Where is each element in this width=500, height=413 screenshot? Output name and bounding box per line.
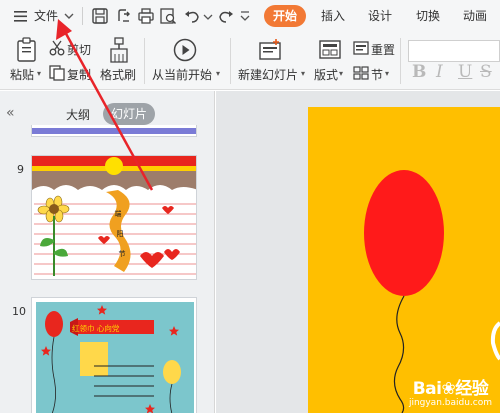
tab-animations[interactable]: 动画 [463,5,487,27]
section-icon[interactable] [352,64,370,82]
hamburger-menu-icon[interactable] [10,6,30,26]
tab-outline[interactable]: 大纲 [66,106,90,123]
slide-9-text-2: 阳 [117,229,124,238]
file-menu-label[interactable]: 文件 [34,6,58,26]
bold-button[interactable]: B [412,62,426,82]
layout-dropdown-icon[interactable]: ▾ [339,69,343,78]
balloon-string [393,295,405,413]
undo-icon[interactable] [182,6,202,26]
red-balloon[interactable] [364,170,444,296]
slide-10-title: 红领巾 心向党 [72,323,120,333]
paste-icon[interactable] [14,36,40,64]
print-icon[interactable] [136,6,156,26]
collapse-panel-icon[interactable]: « [6,105,15,121]
slide-9-preview: 端 阳 节 [32,156,196,279]
reset-icon[interactable] [352,39,370,57]
tab-slides[interactable]: 幻灯片 [103,103,155,125]
paw-icon: ❀ [441,379,456,399]
slide-editor: Bai❀经验 jingyan.baidu.com [216,91,500,413]
slide-content [364,170,500,413]
menu-bar: 文件 开始 插入 设计 切换 动画 [0,0,500,32]
redo-icon[interactable] [216,6,236,26]
customize-toolbar-icon[interactable] [238,6,258,26]
tab-transitions[interactable]: 切换 [416,5,440,27]
italic-button[interactable]: I [436,62,443,82]
ribbon-separator [144,38,145,84]
new-slide-dropdown-icon[interactable]: ▾ [301,69,305,78]
scissors-icon[interactable] [48,39,66,57]
cut-button-label[interactable]: 剪切 [67,41,91,58]
watermark-brand: Bai [412,379,442,399]
slide-number: 9 [17,163,24,176]
format-painter-icon[interactable] [106,36,132,64]
layout-label[interactable]: 版式 [314,66,338,83]
section-dropdown-icon[interactable]: ▾ [385,69,389,78]
tab-insert[interactable]: 插入 [321,5,345,27]
new-slide-label[interactable]: 新建幻灯片 [238,66,298,83]
slide-thumbnail-10[interactable]: 红领巾 心向党 [31,297,197,413]
strikethrough-button[interactable]: S [480,62,492,82]
divider [82,7,83,25]
tab-design[interactable]: 设计 [368,5,392,27]
section-label[interactable]: 节 [371,66,383,83]
paste-button-label[interactable]: 粘贴 [10,66,34,83]
format-painter-label[interactable]: 格式刷 [100,66,136,83]
copy-button-label[interactable]: 复制 [67,66,91,83]
chevron-down-icon[interactable] [62,6,82,26]
layout-icon[interactable] [318,39,342,61]
new-slide-icon[interactable] [256,37,284,63]
play-dropdown-icon[interactable]: ▾ [216,69,220,78]
copy-icon[interactable] [48,64,66,82]
play-icon[interactable] [172,37,198,63]
tab-home[interactable]: 开始 [264,5,306,27]
play-from-current-label[interactable]: 从当前开始 [152,66,212,83]
watermark-url: jingyan.baidu.com [408,398,492,408]
underline-button[interactable]: U [458,62,472,82]
slide-thumbnail-previous[interactable] [31,125,197,137]
slide-9-text-1: 端 [115,209,122,218]
current-slide-canvas[interactable]: Bai❀经验 jingyan.baidu.com [308,107,500,413]
slide-9-text-3: 节 [119,250,126,258]
print-preview-icon[interactable] [158,6,178,26]
baidu-watermark: Bai❀经验 jingyan.baidu.com [409,380,492,409]
watermark-brand-2: 经验 [455,379,489,399]
font-name-input[interactable] [408,40,500,62]
slide-number: 10 [12,305,26,318]
reset-label[interactable]: 重置 [371,41,395,58]
export-icon[interactable] [114,6,134,26]
ribbon-separator [400,38,401,84]
paste-dropdown-icon[interactable]: ▾ [37,69,41,78]
slide-edge-shape [490,321,500,361]
ribbon-separator [230,38,231,84]
ribbon-toolbar: 粘贴 ▾ 剪切 复制 格式刷 从当前开始 ▾ 新建幻灯片 ▾ 版式 ▾ 重置 节… [0,32,500,90]
slide-thumbnail-9[interactable]: 端 阳 节 [31,155,197,280]
slide-10-preview: 红领巾 心向党 [32,298,196,413]
slide-panel: « 大纲 幻灯片 9 端 阳 节 10 红领巾 心向党 [0,91,215,413]
save-icon[interactable] [90,6,110,26]
